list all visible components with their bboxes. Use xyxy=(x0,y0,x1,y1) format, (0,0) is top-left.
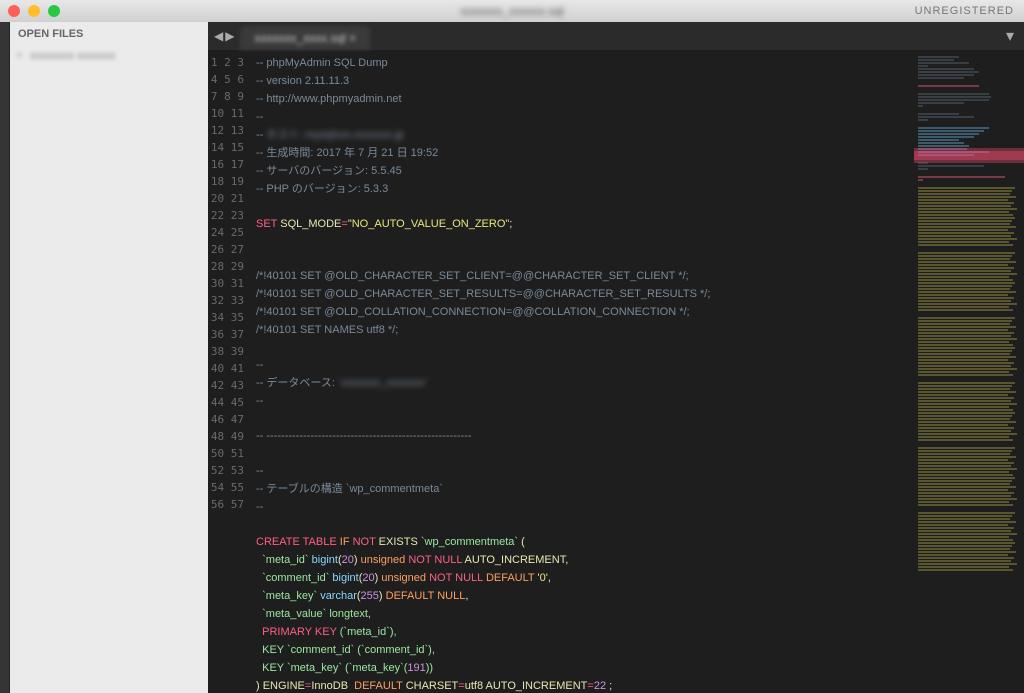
code-area: 1 2 3 4 5 6 7 8 9 10 11 12 13 14 15 16 1… xyxy=(208,50,1024,693)
unregistered-label: UNREGISTERED xyxy=(915,5,1014,17)
window-title: xxxxxxx_xxxxxx.sql xyxy=(460,4,563,18)
main-area: OPEN FILES xxxxxxxx xxxxxxx ◀ ▶ xxxxxxx_… xyxy=(0,22,1024,693)
nav-forward-icon[interactable]: ▶ xyxy=(225,29,234,43)
close-icon[interactable] xyxy=(8,5,20,17)
nav-buttons: ◀ ▶ xyxy=(208,22,240,50)
editor-pane: ◀ ▶ xxxxxxx_xxxx.sql × ▾ 1 2 3 4 5 6 7 8… xyxy=(208,22,1024,693)
file-tab[interactable]: xxxxxxx_xxxx.sql × xyxy=(240,26,370,50)
open-files-header: OPEN FILES xyxy=(10,22,208,46)
tab-bar: ◀ ▶ xxxxxxx_xxxx.sql × ▾ xyxy=(208,22,1024,50)
minimap[interactable] xyxy=(914,50,1024,693)
tab-menu-icon[interactable]: ▾ xyxy=(996,22,1024,50)
line-number-gutter: 1 2 3 4 5 6 7 8 9 10 11 12 13 14 15 16 1… xyxy=(208,50,252,693)
open-file-item[interactable]: xxxxxxxx xxxxxxx xyxy=(10,46,208,66)
activity-bar[interactable] xyxy=(0,22,10,693)
maximize-icon[interactable] xyxy=(48,5,60,17)
code-content[interactable]: -- phpMyAdmin SQL Dump -- version 2.11.1… xyxy=(252,50,914,693)
titlebar: xxxxxxx_xxxxxx.sql UNREGISTERED xyxy=(0,0,1024,22)
nav-back-icon[interactable]: ◀ xyxy=(214,29,223,43)
minimize-icon[interactable] xyxy=(28,5,40,17)
sidebar: OPEN FILES xxxxxxxx xxxxxxx xyxy=(10,22,208,693)
window-controls xyxy=(8,5,60,17)
